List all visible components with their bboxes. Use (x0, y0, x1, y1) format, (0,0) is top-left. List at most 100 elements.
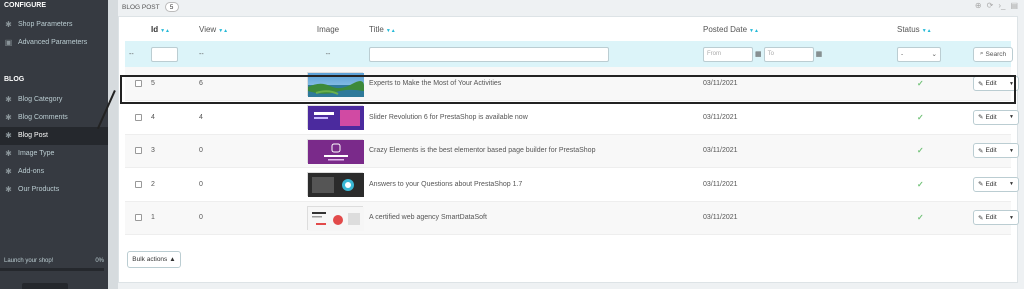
search-button[interactable]: ⌕ Search (973, 46, 1013, 62)
post-thumbnail-frame (307, 105, 364, 131)
search-icon: ⌕ (979, 50, 984, 57)
filter-id-input[interactable] (151, 46, 178, 62)
cell-posted-date: 03/11/2021 (703, 167, 897, 202)
col-header-posted-date[interactable]: Posted Date ▼▲ (703, 17, 897, 41)
launch-progress-bar (0, 268, 104, 271)
sidebar-gutter (108, 0, 118, 289)
cell-title: Answers to your Questions about PrestaSh… (369, 167, 703, 202)
sidebar-item-add-ons[interactable]: ✱ Add-ons (0, 163, 108, 181)
status-enabled-icon[interactable]: ✓ (897, 113, 924, 122)
blog-post-panel: BLOG POST 5 ⊕ ⟳ ›_ ▤ Id ▼▲ View ▼▲ Image T… (118, 0, 1024, 289)
database-icon[interactable]: ▤ (1010, 1, 1018, 10)
row-checkbox[interactable] (135, 180, 142, 188)
caret-up-icon: ▲ (169, 256, 176, 263)
puzzle-icon: ✱ (5, 167, 12, 176)
sidebar-item-blog-category[interactable]: ✱ Blog Category (0, 91, 108, 109)
cell-posted-date: 03/11/2021 (703, 201, 897, 235)
table-row[interactable]: 2 0 Answers to your Questions about Pres… (125, 167, 1019, 202)
pencil-icon: ✎ (978, 181, 984, 189)
post-thumbnail-frame (307, 172, 364, 198)
gear-icon: ✱ (5, 20, 12, 29)
post-thumbnail (308, 139, 364, 164)
sidebar-item-label: Blog Comments (18, 114, 68, 121)
col-header-id[interactable]: Id ▼▲ (151, 17, 199, 41)
col-header-status[interactable]: Status ▼▲ (897, 17, 973, 41)
row-checkbox[interactable] (135, 147, 142, 155)
filter-status-select[interactable]: - ⌄ (897, 46, 941, 62)
cell-view: 4 (199, 100, 287, 135)
refresh-icon[interactable]: ⟳ (987, 1, 994, 10)
calendar-icon[interactable]: ▦ (755, 50, 762, 58)
status-enabled-icon[interactable]: ✓ (897, 146, 924, 155)
launch-shop: Launch your shop! 0% (0, 254, 108, 268)
sidebar-item-our-products[interactable]: ✱ Our Products (0, 181, 108, 199)
filter-dash: -- (125, 41, 151, 67)
launch-progress: 0% (95, 258, 104, 264)
col-header-image: Image (316, 24, 340, 34)
post-thumbnail (308, 106, 364, 131)
calendar-icon[interactable]: ▦ (816, 50, 823, 58)
cell-id: 3 (151, 134, 199, 168)
sidebar-item-blog-comments[interactable]: ✱ Blog Comments (0, 109, 108, 127)
cell-id: 1 (151, 201, 199, 235)
table-row[interactable]: 4 4 Slider Revolution 6 for PrestaShop i… (125, 100, 1019, 135)
puzzle-icon: ✱ (5, 131, 12, 140)
sort-icon[interactable]: ▼▲ (218, 28, 228, 34)
caret-down-icon[interactable]: ▼ (1009, 114, 1014, 120)
filter-date-from[interactable]: From (703, 46, 753, 62)
sidebar-item-label: Blog Post (18, 132, 48, 139)
sidebar-item-label: Image Type (18, 150, 55, 157)
sidebar-item-shop-parameters[interactable]: ✱ Shop Parameters (0, 16, 108, 34)
add-icon[interactable]: ⊕ (975, 1, 982, 10)
cell-posted-date: 03/11/2021 (703, 100, 897, 135)
cell-id: 4 (151, 100, 199, 135)
post-thumbnail (308, 206, 364, 231)
sidebar-section-configure: CONFIGURE (4, 2, 46, 9)
edit-button[interactable]: ✎ Edit ▼ (973, 109, 1019, 125)
sidebar-item-label: Add-ons (18, 168, 45, 175)
sort-icon[interactable]: ▼▲ (160, 28, 170, 34)
bulk-actions-button[interactable]: Bulk actions ▲ (127, 251, 181, 268)
sidebar-item-label: Our Products (18, 186, 60, 193)
cell-title: Slider Revolution 6 for PrestaShop is av… (369, 100, 703, 135)
sort-icon[interactable]: ▼▲ (922, 28, 932, 34)
sidebar-item-blog-post[interactable]: ✱ Blog Post (0, 127, 108, 145)
chevron-down-icon: ⌄ (931, 51, 937, 58)
sql-icon[interactable]: ›_ (998, 1, 1005, 10)
filter-row: -- -- -- From ▦ To ▦ - ⌄ ⌕ Search (125, 41, 1013, 67)
sort-icon[interactable]: ▼▲ (386, 28, 396, 34)
pencil-icon: ✎ (978, 214, 984, 222)
cell-title: Crazy Elements is the best elementor bas… (369, 134, 703, 168)
launch-button[interactable] (22, 283, 68, 289)
edit-button[interactable]: ✎ Edit ▼ (973, 143, 1019, 159)
sort-icon[interactable]: ▼▲ (749, 28, 759, 34)
filter-date-to[interactable]: To (763, 46, 814, 62)
caret-down-icon[interactable]: ▼ (1009, 215, 1014, 221)
col-header-view[interactable]: View ▼▲ (199, 17, 287, 41)
settings-box-icon: ▣ (4, 38, 13, 47)
sidebar-item-advanced-parameters[interactable]: ▣ Advanced Parameters (0, 34, 108, 52)
sidebar-item-label: Blog Category (18, 96, 63, 103)
puzzle-icon: ✱ (5, 185, 12, 194)
post-thumbnail-frame (307, 205, 364, 231)
table-row[interactable]: 1 0 A certified web agency SmartDataSoft… (125, 201, 1019, 235)
caret-down-icon[interactable]: ▼ (1009, 148, 1014, 154)
count-badge: 5 (164, 2, 179, 12)
sidebar-item-image-type[interactable]: ✱ Image Type (0, 145, 108, 163)
status-enabled-icon[interactable]: ✓ (897, 213, 924, 222)
edit-button[interactable]: ✎ Edit ▼ (973, 176, 1019, 192)
cell-view: 0 (199, 201, 287, 235)
edit-button[interactable]: ✎ Edit ▼ (973, 210, 1019, 226)
launch-label: Launch your shop! (4, 258, 54, 264)
filter-title-input[interactable] (369, 46, 609, 62)
status-enabled-icon[interactable]: ✓ (897, 180, 924, 189)
table-row[interactable]: 3 0 Crazy Elements is the best elementor… (125, 134, 1019, 168)
filter-dash: -- (199, 41, 287, 67)
sidebar: CONFIGURE ✱ Shop Parameters ▣ Advanced P… (0, 0, 108, 289)
panel-title: BLOG POST (122, 3, 160, 11)
col-header-title[interactable]: Title ▼▲ (369, 17, 703, 41)
row-checkbox[interactable] (135, 113, 142, 121)
row-checkbox[interactable] (135, 214, 142, 222)
highlight-box (120, 75, 1016, 104)
caret-down-icon[interactable]: ▼ (1009, 181, 1014, 187)
